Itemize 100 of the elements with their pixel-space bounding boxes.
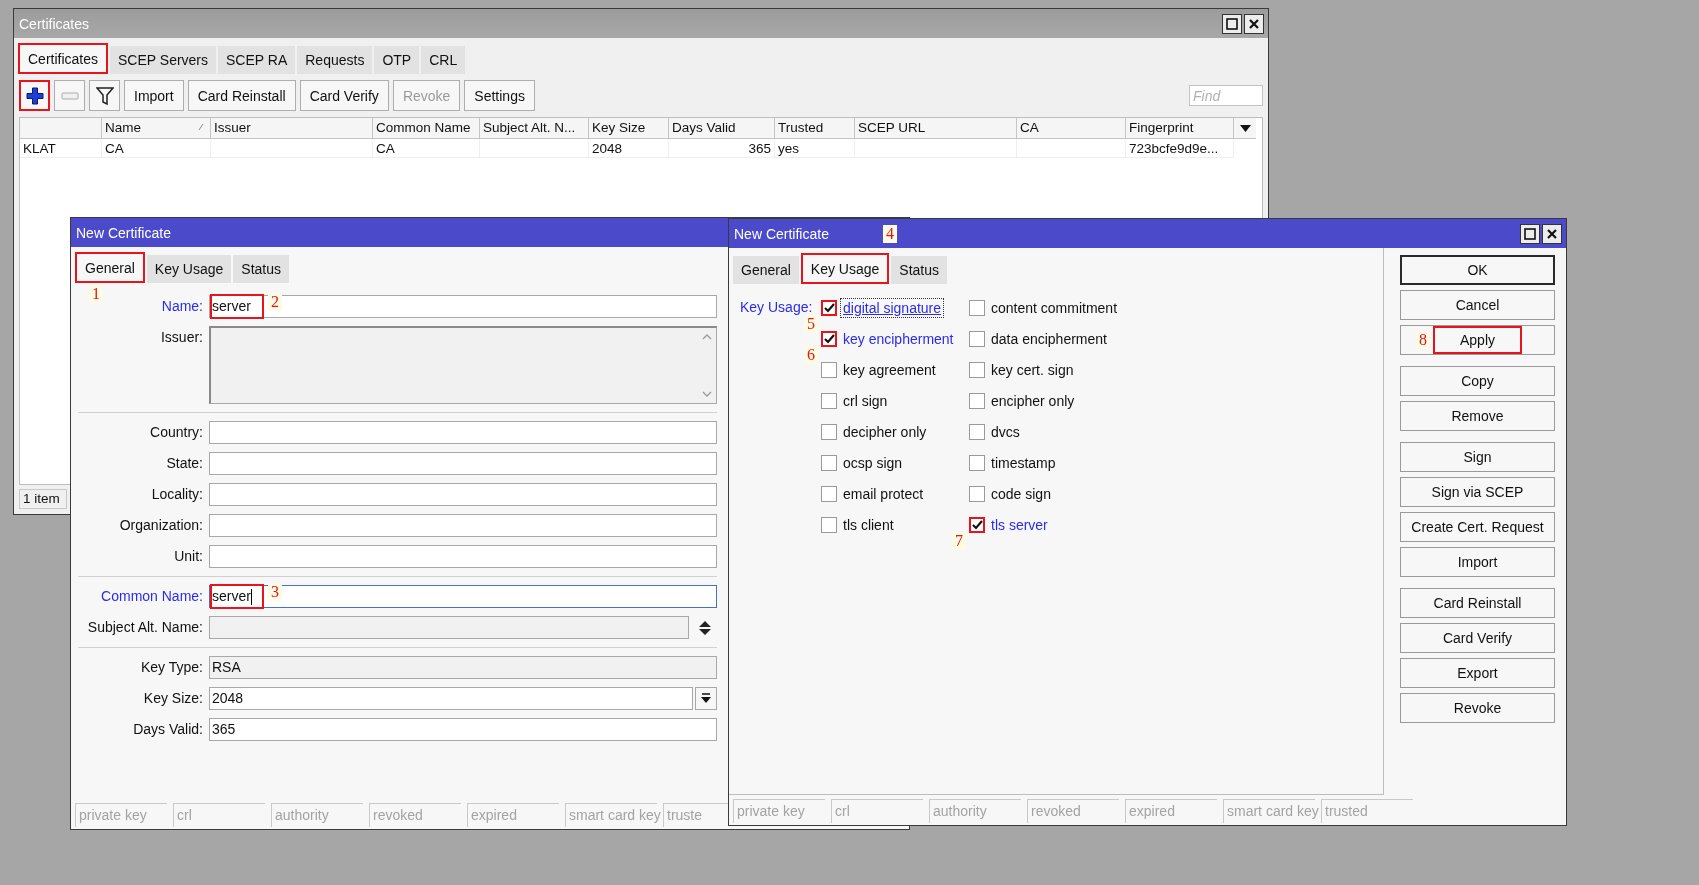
dialog-button[interactable]: Cancel [1400,290,1555,320]
column-header[interactable]: Trusted [775,118,855,139]
tab[interactable]: CRL [421,46,466,74]
sort-icon [198,123,204,131]
checkbox[interactable] [821,330,837,347]
checkbox[interactable] [821,299,837,316]
column-header[interactable]: Name [102,118,211,139]
close-icon [1546,227,1558,240]
status-field: trusted [1321,799,1413,823]
checkbox[interactable] [821,516,837,533]
maximize-button[interactable] [1520,223,1540,244]
checkbox[interactable] [821,361,837,378]
item-count: 1 item [19,489,67,509]
checkbox[interactable] [969,454,985,471]
find-field[interactable]: Find [1189,85,1263,106]
table-cell: CA [373,139,480,158]
tab[interactable]: Requests [297,46,373,74]
checkbox[interactable] [969,392,985,409]
checkbox[interactable] [969,299,985,316]
tab[interactable]: Certificates [18,43,109,74]
step-number: 8 [1416,331,1430,349]
checkbox[interactable] [821,454,837,471]
toolbar-button[interactable]: Card Verify [299,80,389,111]
dialog-button[interactable]: Sign [1400,442,1555,472]
tab[interactable]: Key Usage [800,253,890,284]
maximize-icon [1524,227,1536,240]
tab[interactable]: SCEP RA [218,46,296,74]
checkbox[interactable] [821,423,837,440]
input-field[interactable] [209,483,717,506]
field-label: Issuer: [160,328,203,347]
maximize-button[interactable] [1222,13,1242,34]
checkbox[interactable] [969,423,985,440]
status-field: expired [1125,799,1217,823]
input-field[interactable]: 2048 [209,687,693,710]
input-field[interactable] [209,421,717,444]
option-label: key encipherment [842,329,955,348]
tab[interactable]: Key Usage [146,255,232,283]
tab[interactable]: Status [233,255,289,283]
input-field[interactable] [209,452,717,475]
toolbar-button[interactable]: Import [124,80,184,111]
down-arrow-icon [701,693,711,704]
column-header[interactable]: CA [1017,118,1126,139]
tab[interactable]: General [733,256,799,284]
toolbar-button[interactable]: Card Reinstall [187,80,296,111]
dialog-button[interactable]: Remove [1400,401,1555,431]
dialog-button[interactable]: Copy [1400,366,1555,396]
plus-icon [25,86,44,105]
option-label: digital signature [841,298,944,317]
column-header[interactable]: Days Valid [669,118,775,139]
checkbox[interactable] [969,485,985,502]
input-field[interactable]: 365 [209,718,717,741]
option-label: dvcs [990,422,1021,441]
checkbox[interactable] [969,330,985,347]
column-header[interactable]: Issuer [211,118,373,139]
option-label: data encipherment [990,329,1108,348]
field-label: Name: [160,297,203,316]
step-number: 1 [89,285,103,303]
dialog-button[interactable]: Sign via SCEP [1400,477,1555,507]
checkbox[interactable] [969,361,985,378]
input-field[interactable] [209,545,717,568]
option-label: encipher only [990,391,1076,410]
field-label: Key Size: [142,689,203,708]
dialog-button[interactable]: Card Verify [1400,623,1555,653]
dialog-button[interactable]: Card Reinstall [1400,588,1555,618]
checkbox[interactable] [821,485,837,502]
input-field[interactable]: server 3 [209,585,717,608]
dialog-button[interactable]: Revoke [1400,693,1555,723]
column-header[interactable]: SCEP URL [855,118,1017,139]
dialog-button[interactable]: Export [1400,658,1555,688]
columns-menu-button[interactable] [1234,118,1256,139]
column-header[interactable] [20,118,102,139]
up-down-arrows-icon[interactable] [698,619,712,636]
field-label: Common Name: [100,587,203,606]
column-header[interactable]: Key Size [589,118,669,139]
column-header[interactable]: Subject Alt. N... [480,118,589,139]
dialog-button[interactable]: Create Cert. Request [1400,512,1555,542]
check-icon [823,333,835,344]
dropdown-button[interactable] [695,687,717,710]
filter-icon [95,85,114,106]
checkbox[interactable] [821,392,837,409]
status-field: crl [831,799,923,823]
add-button[interactable] [19,80,50,111]
tab[interactable]: SCEP Servers [110,46,217,74]
checkbox[interactable] [969,516,985,533]
column-header[interactable]: Fingerprint [1126,118,1234,139]
status-field: expired [467,803,559,827]
tab[interactable]: Status [891,256,947,284]
filter-button[interactable] [89,80,120,111]
dialog-button[interactable]: OK [1400,255,1555,285]
input-field[interactable] [209,514,717,537]
option-label: decipher only [842,422,928,441]
toolbar-button[interactable]: Settings [464,80,535,111]
tab[interactable]: General [75,252,145,283]
column-header[interactable]: Common Name [373,118,480,139]
dialog-button[interactable]: Import [1400,547,1555,577]
option-label: key agreement [842,360,937,379]
close-button[interactable] [1542,223,1562,244]
close-button[interactable] [1244,13,1264,34]
tab[interactable]: OTP [374,46,420,74]
input-field[interactable]: server 2 [209,295,717,318]
